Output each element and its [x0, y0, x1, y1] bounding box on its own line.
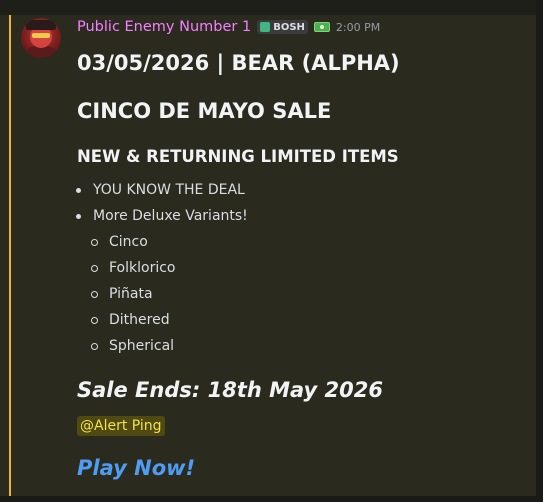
bullet-ring	[91, 265, 98, 272]
sub-list-item: Piñata	[91, 286, 153, 302]
heading-sale-title: CINCO DE MAYO SALE	[77, 99, 332, 123]
sub-list-item: Folklorico	[91, 260, 176, 276]
message-timestamp[interactable]: 2:00 PM	[336, 21, 380, 34]
bullet-ring	[91, 343, 98, 350]
message-header: Public Enemy Number 1 BOSH 2:00 PM	[77, 19, 380, 35]
green-badge-icon	[260, 22, 271, 32]
scrollbar-track[interactable]	[536, 0, 543, 502]
bullet-ring	[91, 317, 98, 324]
sub-list-item-text: Spherical	[109, 338, 175, 354]
list-item-text: YOU KNOW THE DEAL	[93, 182, 245, 198]
sub-list-item: Dithered	[91, 312, 170, 328]
avatar-hat-shape	[26, 20, 56, 30]
money-icon[interactable]	[313, 22, 330, 32]
sub-list-item: Cinco	[91, 234, 148, 250]
list-item: More Deluxe Variants!	[76, 208, 248, 224]
sub-list-item-text: Piñata	[109, 286, 153, 302]
username[interactable]: Public Enemy Number 1	[77, 19, 251, 35]
heading-date-title: 03/05/2026 | BEAR (ALPHA)	[77, 51, 400, 75]
message-container: Public Enemy Number 1 BOSH 2:00 PM 03/05…	[0, 0, 543, 502]
mention-highlight-bar	[9, 15, 11, 496]
server-tag-label: BOSH	[273, 21, 305, 33]
sale-ends-heading: Sale Ends: 18th May 2026	[77, 378, 383, 402]
role-mention[interactable]: @Alert Ping	[77, 416, 165, 436]
avatar[interactable]	[21, 18, 61, 58]
bottom-divider	[0, 496, 543, 502]
top-divider	[0, 0, 543, 15]
sub-list-item-text: Folklorico	[109, 260, 176, 276]
list-item: YOU KNOW THE DEAL	[76, 182, 245, 198]
sub-list-item: Spherical	[91, 338, 175, 354]
bullet-dot	[76, 214, 81, 219]
bullet-ring	[91, 291, 98, 298]
sub-list-item-text: Dithered	[109, 312, 170, 328]
sub-list-item-text: Cinco	[109, 234, 148, 250]
list-item-text: More Deluxe Variants!	[93, 208, 248, 224]
bullet-ring	[91, 239, 98, 246]
play-now-link[interactable]: Play Now!	[77, 456, 195, 480]
heading-limited-items: NEW & RETURNING LIMITED ITEMS	[77, 147, 399, 166]
bullet-dot	[76, 188, 81, 193]
server-tag[interactable]: BOSH	[257, 20, 308, 34]
avatar-glasses-shape	[32, 33, 50, 38]
